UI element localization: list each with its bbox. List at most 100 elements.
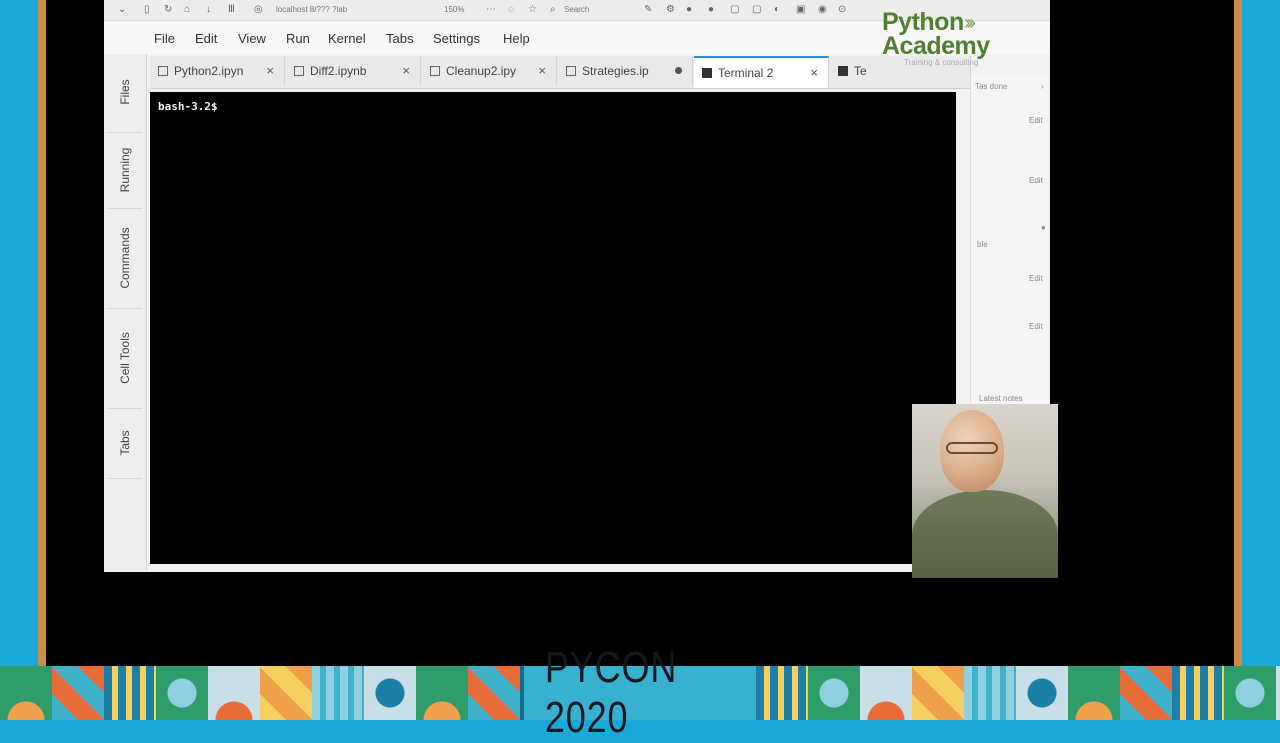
presenter-glasses bbox=[946, 442, 998, 454]
extension-icon[interactable]: ⊙ bbox=[838, 5, 848, 15]
pattern-tile-icon bbox=[468, 666, 520, 720]
menu-help[interactable]: Help bbox=[503, 31, 530, 46]
extension-icon[interactable]: ◐ bbox=[774, 5, 784, 15]
close-icon[interactable]: × bbox=[810, 58, 818, 88]
document-tab-bar: Python2.ipyn × Diff2.ipynb × Cleanup2.ip… bbox=[150, 56, 971, 89]
sidebar-item-cell-tools[interactable]: Cell Tools bbox=[108, 308, 142, 409]
pattern-tile-icon bbox=[756, 666, 808, 720]
terminal-area[interactable]: bash-3.2$ bbox=[150, 92, 956, 564]
unsaved-dot-icon[interactable] bbox=[675, 67, 682, 74]
tab-terminal-2[interactable]: Terminal 2 × bbox=[694, 56, 829, 88]
sidebar-item-files[interactable]: Files bbox=[108, 52, 142, 133]
right-frame-strip bbox=[1234, 0, 1242, 666]
edit-link[interactable]: Edit bbox=[1029, 116, 1043, 125]
menu-settings[interactable]: Settings bbox=[433, 31, 480, 46]
pattern-tile-icon bbox=[208, 666, 260, 720]
pattern-tile-icon bbox=[964, 666, 1016, 720]
pattern-tile-icon bbox=[860, 666, 912, 720]
menu-file[interactable]: File bbox=[154, 31, 175, 46]
tab-label: Te bbox=[854, 64, 867, 78]
reload-icon[interactable]: ↻ bbox=[164, 5, 174, 15]
zoom-level[interactable]: 150% bbox=[444, 5, 464, 14]
terminal-icon bbox=[702, 68, 712, 78]
pattern-tile-icon bbox=[260, 666, 312, 720]
more-icon[interactable]: ⋯ bbox=[486, 5, 496, 15]
pattern-tile-icon bbox=[52, 666, 104, 720]
close-icon[interactable]: × bbox=[538, 56, 546, 86]
tab-label: Python2.ipyn bbox=[174, 64, 244, 78]
presenter-body bbox=[912, 490, 1058, 578]
extension-icon[interactable]: ▢ bbox=[730, 5, 740, 15]
library-icon[interactable]: Ⅲ bbox=[228, 5, 238, 15]
tab-label: Diff2.ipynb bbox=[310, 64, 367, 78]
pattern-tile-icon bbox=[416, 666, 468, 720]
extension-icon[interactable]: ✎ bbox=[644, 5, 654, 15]
pattern-tile-icon bbox=[808, 666, 860, 720]
extension-icon[interactable]: ▢ bbox=[752, 5, 762, 15]
download-icon[interactable]: ↓ bbox=[206, 5, 216, 15]
shield-icon[interactable]: ◎ bbox=[254, 5, 264, 15]
pocket-icon[interactable]: ◌ bbox=[508, 5, 518, 15]
chevron-right-icon[interactable]: › bbox=[1041, 82, 1044, 91]
video-frame: ⌄ ▯ ↻ ⌂ ↓ Ⅲ ◎ localhost 8/??? ?lab 150% … bbox=[0, 0, 1280, 742]
banner-title-text: PYCON 2020 bbox=[544, 643, 678, 742]
pattern-tile-icon bbox=[156, 666, 208, 720]
pattern-tile-icon bbox=[1016, 666, 1068, 720]
browser-search-field[interactable]: Search bbox=[564, 5, 589, 14]
extension-icon[interactable]: ● bbox=[686, 5, 696, 15]
jupyterlab-window: ⌄ ▯ ↻ ⌂ ↓ Ⅲ ◎ localhost 8/??? ?lab 150% … bbox=[104, 0, 1050, 572]
pattern-tile-icon bbox=[1224, 666, 1276, 720]
pattern-tile-icon bbox=[1172, 666, 1224, 720]
tab-label: Strategies.ip bbox=[582, 64, 649, 78]
search-icon: ⌕ bbox=[550, 4, 556, 15]
pattern-tile-icon bbox=[312, 666, 364, 720]
extension-icon[interactable]: ◉ bbox=[818, 5, 828, 15]
pattern-tile-icon bbox=[0, 666, 52, 720]
extension-icon[interactable]: ⚙ bbox=[666, 5, 676, 15]
notebook-icon bbox=[294, 66, 304, 76]
menu-edit[interactable]: Edit bbox=[195, 31, 217, 46]
tab-python2[interactable]: Python2.ipyn × bbox=[150, 56, 285, 86]
tab-diff2[interactable]: Diff2.ipynb × bbox=[286, 56, 421, 86]
chevron-down-icon[interactable]: ⌄ bbox=[118, 5, 128, 15]
section-heading[interactable]: Latest notes bbox=[979, 394, 1023, 403]
left-sidebar: ⋮ Files Running Commands Cell Tools Tabs bbox=[104, 22, 147, 570]
pattern-tile-icon bbox=[1276, 666, 1280, 720]
notebook-icon bbox=[566, 66, 576, 76]
panel-header: Tas done bbox=[975, 82, 1008, 91]
edit-link[interactable]: Edit bbox=[1029, 274, 1043, 283]
tab-label: Terminal 2 bbox=[718, 66, 774, 80]
url-field[interactable]: localhost 8/??? ?lab bbox=[276, 5, 347, 14]
sidebar-item-running[interactable]: Running bbox=[108, 132, 142, 209]
bookmark-star-icon[interactable]: ☆ bbox=[528, 5, 538, 15]
close-icon[interactable]: × bbox=[266, 56, 274, 86]
edit-link[interactable]: Edit bbox=[1029, 322, 1043, 331]
panel-label: ble bbox=[977, 240, 988, 249]
notebook-icon bbox=[430, 66, 440, 76]
tab-cleanup2[interactable]: Cleanup2.ipy × bbox=[422, 56, 557, 86]
python-academy-logo: Python ››› Academy Training & consulting bbox=[878, 6, 1048, 70]
left-frame-strip bbox=[38, 0, 46, 666]
pattern-tile-icon bbox=[104, 666, 156, 720]
menu-view[interactable]: View bbox=[238, 31, 266, 46]
tab-label: Cleanup2.ipy bbox=[446, 64, 517, 78]
menu-run[interactable]: Run bbox=[286, 31, 310, 46]
pattern-tile-icon bbox=[1120, 666, 1172, 720]
menu-tabs[interactable]: Tabs bbox=[386, 31, 413, 46]
pattern-tile-icon bbox=[364, 666, 416, 720]
logo-tagline: Training & consulting bbox=[904, 58, 979, 67]
info-icon[interactable]: ● bbox=[1041, 223, 1046, 232]
sidebar-icon[interactable]: ▯ bbox=[144, 5, 154, 15]
edit-link[interactable]: Edit bbox=[1029, 176, 1043, 185]
sidebar-item-commands[interactable]: Commands bbox=[108, 208, 142, 309]
sidebar-item-tabs[interactable]: Tabs bbox=[108, 408, 142, 479]
extension-icon[interactable]: ▣ bbox=[796, 5, 806, 15]
home-icon[interactable]: ⌂ bbox=[184, 5, 194, 15]
presenter-webcam bbox=[912, 404, 1058, 578]
tab-strategies[interactable]: Strategies.ip bbox=[558, 56, 693, 86]
pattern-tile-icon bbox=[1068, 666, 1120, 720]
menu-kernel[interactable]: Kernel bbox=[328, 31, 366, 46]
terminal-icon bbox=[838, 66, 848, 76]
extension-icon[interactable]: ● bbox=[708, 5, 718, 15]
close-icon[interactable]: × bbox=[402, 56, 410, 86]
